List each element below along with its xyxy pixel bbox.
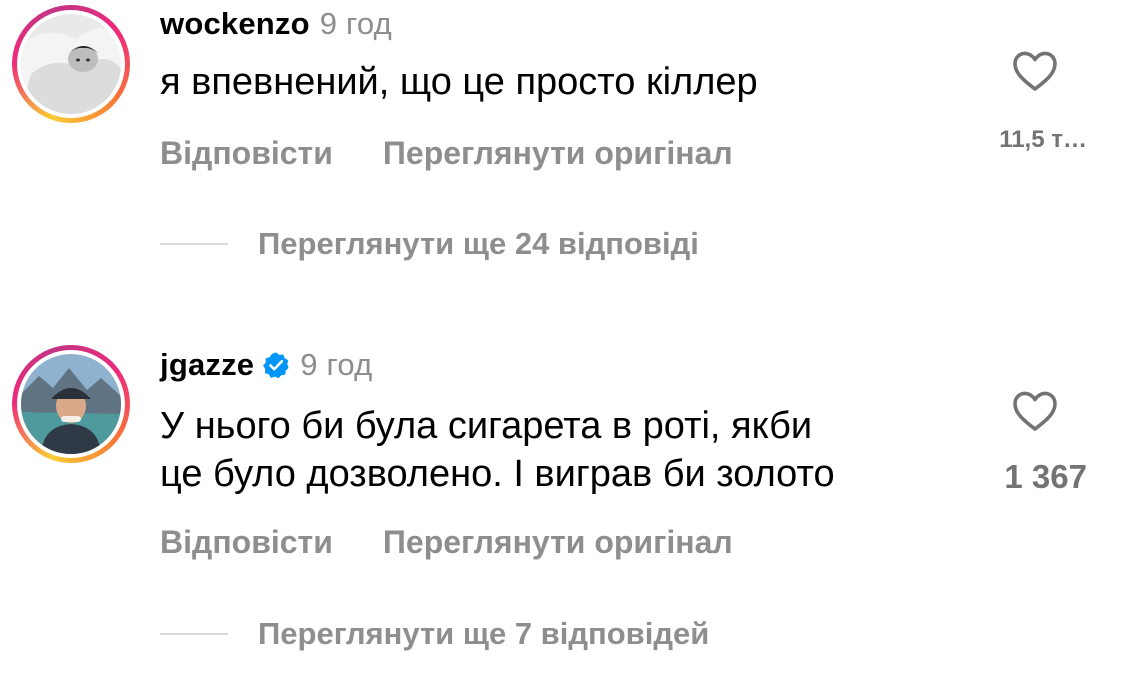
view-replies-label[interactable]: Переглянути ще 7 відповідей: [258, 616, 709, 652]
avatar[interactable]: [21, 14, 121, 114]
heart-outline-icon[interactable]: [1011, 48, 1059, 97]
view-more-replies[interactable]: Переглянути ще 7 відповідей: [160, 616, 709, 652]
like-count: 1 367: [1004, 458, 1087, 495]
replies-divider-line: [160, 243, 228, 245]
see-original-button[interactable]: Переглянути оригінал: [383, 524, 733, 560]
reply-button[interactable]: Відповісти: [160, 524, 333, 560]
heart-outline-icon[interactable]: [1011, 388, 1059, 437]
avatar[interactable]: [21, 354, 121, 454]
like-count: 11,5 т…: [999, 126, 1087, 153]
comment-text-line: У нього би була сигарета в роті, якби: [160, 405, 813, 447]
comment-actions: Відповісти Переглянути оригінал: [160, 135, 783, 172]
verified-badge-icon: [262, 351, 290, 387]
comment-text: У нього би була сигарета в роті, якби це…: [160, 402, 835, 498]
view-replies-label[interactable]: Переглянути ще 24 відповіді: [258, 226, 699, 262]
comment-username[interactable]: wockenzo 9 год: [160, 6, 392, 42]
replies-divider-line: [160, 633, 228, 635]
comment-time: 9 год: [319, 6, 392, 41]
avatar-story-ring[interactable]: [12, 5, 130, 123]
comment-username[interactable]: jgazze 9 год: [160, 347, 372, 387]
username-text[interactable]: wockenzo: [160, 6, 310, 41]
comment-time: 9 год: [300, 347, 373, 382]
comment-text: я впевнений, що це просто кіллер: [160, 61, 758, 103]
avatar-story-ring[interactable]: [12, 345, 130, 463]
view-more-replies[interactable]: Переглянути ще 24 відповіді: [160, 226, 699, 262]
username-text[interactable]: jgazze: [160, 347, 254, 382]
see-original-button[interactable]: Переглянути оригінал: [383, 135, 733, 171]
comment-actions: Відповісти Переглянути оригінал: [160, 524, 783, 561]
reply-button[interactable]: Відповісти: [160, 135, 333, 171]
comment-text-line: це було дозволено. І виграв би золото: [160, 453, 835, 495]
